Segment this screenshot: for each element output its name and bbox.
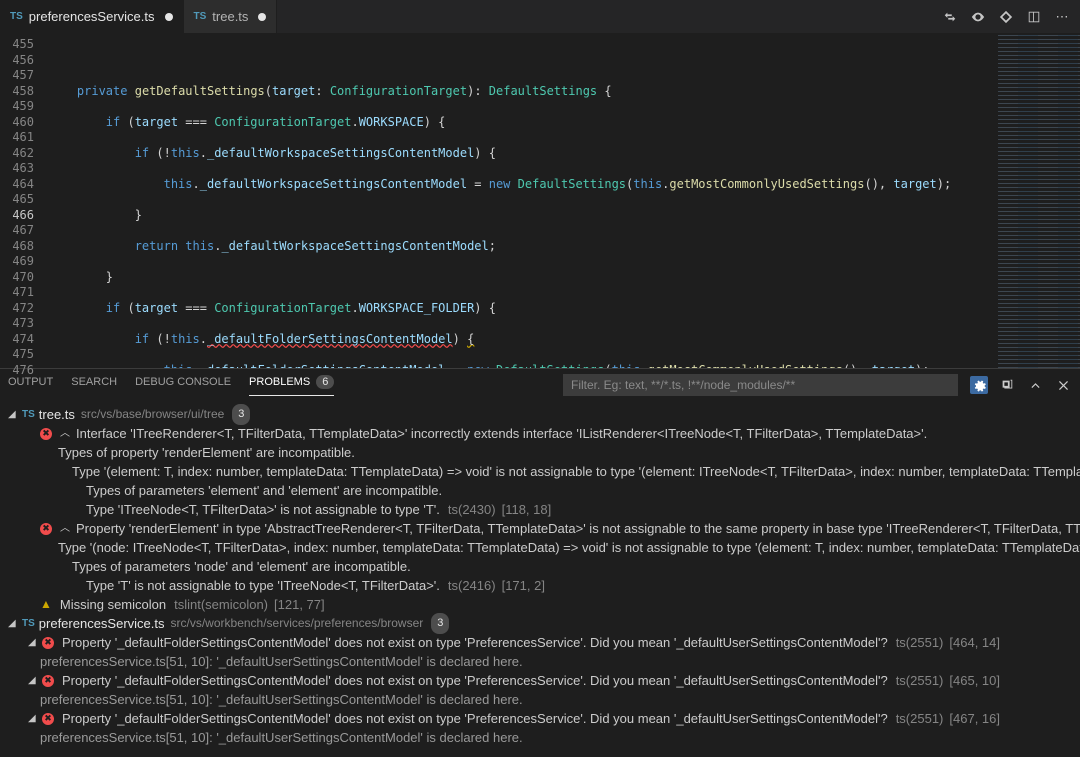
tab-tree[interactable]: TS tree.ts — [184, 0, 278, 33]
ts-file-icon: TS — [10, 11, 23, 22]
tab-label: tree.ts — [212, 9, 248, 24]
twisty-expanded-icon[interactable]: ◢ — [8, 614, 20, 633]
diagnostic-source: ts(2551) — [896, 671, 944, 690]
error-icon: ✖ — [40, 523, 52, 535]
ts-file-icon: TS — [22, 614, 35, 633]
diagnostic-source: ts(2551) — [896, 709, 944, 728]
tab-preferences-service[interactable]: TS preferencesService.ts — [0, 0, 184, 33]
file-name: preferencesService.ts — [39, 614, 165, 633]
diagnostic-child: Types of parameters 'element' and 'eleme… — [86, 481, 442, 500]
error-icon: ✖ — [40, 428, 52, 440]
editor-title-actions: ⋯ — [942, 9, 1080, 25]
tab-output[interactable]: OUTPUT — [8, 375, 53, 396]
diagnostic-source: ts(2430) — [448, 500, 496, 519]
chevron-up-icon[interactable] — [1026, 376, 1044, 394]
editor: 4554564574584594604614624634644654664674… — [0, 33, 1080, 368]
error-icon: ✖ — [42, 675, 54, 687]
chevron-up-icon[interactable]: ︿ — [60, 519, 70, 538]
tab-debug-console[interactable]: DEBUG CONSOLE — [135, 375, 231, 396]
unsaved-dot-icon — [258, 13, 266, 21]
file-path: src/vs/base/browser/ui/tree — [81, 405, 224, 424]
problems-count-badge: 6 — [316, 375, 334, 389]
diagnostic-location: [121, 77] — [274, 595, 325, 614]
diagnostic-child: Type 'ITreeNode<T, TFilterData>' is not … — [86, 500, 440, 519]
diagnostic-row[interactable]: ✖ ︿ Property 'renderElement' in type 'Ab… — [0, 519, 1080, 538]
diagnostic-hint: preferencesService.ts[51, 10]: '_default… — [40, 690, 523, 709]
panel-header: OUTPUT SEARCH DEBUG CONSOLE PROBLEMS 6 — [0, 369, 1080, 401]
file-path: src/vs/workbench/services/preferences/br… — [171, 614, 424, 633]
bottom-panel: OUTPUT SEARCH DEBUG CONSOLE PROBLEMS 6 ◢… — [0, 368, 1080, 757]
file-name: tree.ts — [39, 405, 75, 424]
diagnostic-source: ts(2551) — [896, 633, 944, 652]
line-number-gutter: 4554564574584594604614624634644654664674… — [0, 33, 48, 368]
diagnostic-message: Property '_defaultFolderSettingsContentM… — [62, 709, 888, 728]
warning-icon: ▲ — [40, 595, 52, 614]
filter-settings-icon[interactable] — [970, 376, 988, 394]
problems-filter-input[interactable] — [563, 374, 958, 396]
tab-bar: TS preferencesService.ts TS tree.ts ⋯ — [0, 0, 1080, 33]
diff-icon[interactable] — [998, 9, 1014, 25]
error-icon: ✖ — [42, 637, 54, 649]
diagnostic-message: Interface 'ITreeRenderer<T, TFilterData,… — [76, 424, 927, 443]
tab-label: preferencesService.ts — [29, 9, 155, 24]
file-error-count: 3 — [232, 404, 250, 425]
diagnostic-message: Missing semicolon — [60, 595, 166, 614]
diagnostic-hint: preferencesService.ts[51, 10]: '_default… — [40, 652, 523, 671]
diagnostic-row[interactable]: ◢ ✖ Property '_defaultFolderSettingsCont… — [0, 671, 1080, 690]
file-error-count: 3 — [431, 613, 449, 634]
code-area[interactable]: private getDefaultSettings(target: Confi… — [48, 33, 998, 368]
diagnostic-location: [171, 2] — [502, 576, 545, 595]
panel-tabs: OUTPUT SEARCH DEBUG CONSOLE PROBLEMS 6 — [8, 375, 334, 396]
diagnostic-location: [464, 14] — [949, 633, 1000, 652]
editor-tabs: TS preferencesService.ts TS tree.ts — [0, 0, 277, 33]
ts-file-icon: TS — [194, 11, 207, 22]
diagnostic-child: Type '(element: T, index: number, templa… — [72, 462, 1080, 481]
tab-problems[interactable]: PROBLEMS 6 — [249, 375, 334, 396]
diagnostic-child: Type '(node: ITreeNode<T, TFilterData>, … — [58, 538, 1080, 557]
diagnostic-row[interactable]: ✖ ︿ Interface 'ITreeRenderer<T, TFilterD… — [0, 424, 1080, 443]
diagnostic-child: Types of property 'renderElement' are in… — [58, 443, 355, 462]
diagnostic-message: Property 'renderElement' in type 'Abstra… — [76, 519, 1080, 538]
tab-search[interactable]: SEARCH — [71, 375, 117, 396]
close-panel-icon[interactable] — [1054, 376, 1072, 394]
diagnostic-message: Property '_defaultFolderSettingsContentM… — [62, 671, 888, 690]
diagnostic-hint: preferencesService.ts[51, 10]: '_default… — [40, 728, 523, 747]
diagnostic-source: ts(2416) — [448, 576, 496, 595]
diagnostic-row[interactable]: ◢ ✖ Property '_defaultFolderSettingsCont… — [0, 709, 1080, 728]
twisty-expanded-icon[interactable]: ◢ — [28, 671, 40, 690]
twisty-expanded-icon[interactable]: ◢ — [28, 633, 40, 652]
chevron-up-icon[interactable]: ︿ — [60, 424, 70, 443]
error-icon: ✖ — [42, 713, 54, 725]
diagnostic-source: tslint(semicolon) — [174, 595, 268, 614]
diagnostic-location: [467, 16] — [949, 709, 1000, 728]
problem-file-row[interactable]: ◢ TS tree.ts src/vs/base/browser/ui/tree… — [0, 405, 1080, 424]
preview-icon[interactable] — [970, 9, 986, 25]
problems-tree[interactable]: ◢ TS tree.ts src/vs/base/browser/ui/tree… — [0, 401, 1080, 757]
split-editor-icon[interactable] — [1026, 9, 1042, 25]
diagnostic-location: [465, 10] — [949, 671, 1000, 690]
unsaved-dot-icon — [165, 13, 173, 21]
diagnostic-message: Property '_defaultFolderSettingsContentM… — [62, 633, 888, 652]
diagnostic-row[interactable]: ◢ ✖ Property '_defaultFolderSettingsCont… — [0, 633, 1080, 652]
minimap[interactable] — [998, 33, 1080, 368]
diagnostic-location: [118, 18] — [502, 500, 552, 519]
twisty-expanded-icon[interactable]: ◢ — [8, 405, 20, 424]
problem-file-row[interactable]: ◢ TS preferencesService.ts src/vs/workbe… — [0, 614, 1080, 633]
more-actions-icon[interactable]: ⋯ — [1054, 9, 1070, 25]
diagnostic-child: Types of parameters 'node' and 'element'… — [72, 557, 411, 576]
ts-file-icon: TS — [22, 405, 35, 424]
diagnostic-child: Type 'T' is not assignable to type 'ITre… — [86, 576, 440, 595]
panel-actions — [970, 376, 1072, 394]
tab-problems-label: PROBLEMS — [249, 376, 310, 388]
compare-changes-icon[interactable] — [942, 9, 958, 25]
twisty-expanded-icon[interactable]: ◢ — [28, 709, 40, 728]
diagnostic-row[interactable]: ▲ Missing semicolon tslint(semicolon) [1… — [0, 595, 1080, 614]
collapse-all-icon[interactable] — [998, 376, 1016, 394]
